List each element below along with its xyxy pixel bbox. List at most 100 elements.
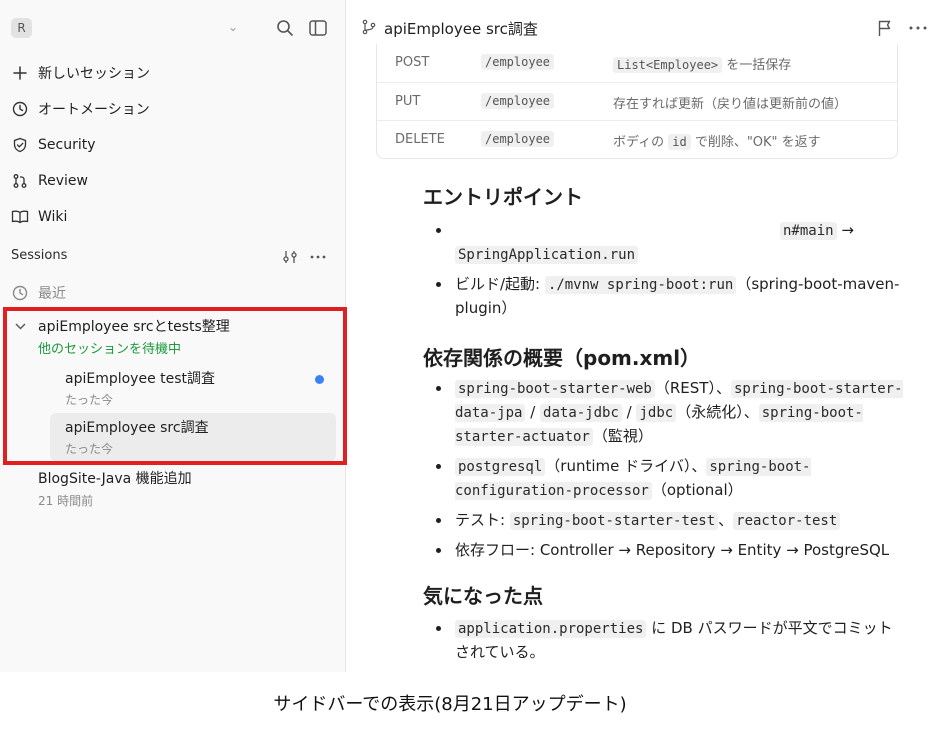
- clock-icon: [10, 99, 30, 119]
- http-method: DELETE: [395, 132, 445, 147]
- list-text: （optional）: [651, 481, 743, 499]
- session-time: たった今: [65, 442, 114, 456]
- inline-code: reactor-test: [733, 512, 841, 530]
- shield-icon: [10, 135, 30, 155]
- table-row: PUT /employee 存在すれば更新（戻り値は更新前の値）: [377, 82, 897, 120]
- endpoint-path: /employee: [481, 54, 555, 70]
- main-panel: apiEmployee src調査 POST /employee List<Em…: [347, 0, 946, 672]
- sidebar-toggle-icon[interactable]: [307, 17, 329, 39]
- page-title: apiEmployee src調査: [384, 20, 538, 38]
- branch-icon: [362, 19, 376, 39]
- list-item: spring-boot-starter-web （REST）、 spring-boo…: [423, 377, 903, 449]
- app-window: R ⌄ 新しいセッション オートメーション Security Review Wi…: [0, 0, 946, 672]
- clock-icon: [10, 283, 30, 303]
- recent-label: 最近: [38, 286, 66, 302]
- entry-list: n#main → SpringApplication.run ビルド/起動: .…: [423, 219, 903, 326]
- inline-code: List<Employee>: [613, 57, 723, 73]
- list-text: 依存フロー: Controller → Repository → Entity …: [455, 541, 890, 559]
- session-time: 21 時間前: [38, 494, 94, 508]
- section-heading: エントリポイント: [423, 185, 583, 209]
- list-text: /: [525, 403, 541, 421]
- http-method: POST: [395, 55, 430, 70]
- filter-icon[interactable]: [282, 247, 298, 267]
- book-icon: [10, 207, 30, 227]
- more-options-icon[interactable]: [907, 18, 929, 38]
- session-title: BlogSite-Java 機能追加: [38, 471, 192, 487]
- session-title: apiEmployee test調査: [65, 371, 216, 387]
- more-options-icon[interactable]: [310, 247, 326, 267]
- list-text: テスト:: [455, 511, 510, 529]
- description-text: を一括保存: [722, 58, 792, 73]
- inline-code: n#main: [780, 222, 837, 240]
- session-item-blogsite[interactable]: BlogSite-Java 機能追加 21 時間前: [38, 468, 192, 509]
- section-heading: 依存関係の概要（pom.xml）: [423, 346, 701, 370]
- new-session-label: 新しいセッション: [38, 66, 150, 82]
- session-item-test[interactable]: apiEmployee test調査 たった今: [50, 364, 336, 412]
- description-text: で削除、"OK" を返す: [690, 135, 821, 150]
- automation-nav-item[interactable]: オートメーション: [10, 96, 150, 122]
- search-icon[interactable]: [274, 17, 296, 39]
- review-label: Review: [38, 173, 88, 189]
- review-nav-item[interactable]: Review: [10, 168, 88, 194]
- list-item: postgresql （runtime ドライバ）、 spring-boot-con…: [423, 455, 903, 503]
- inline-code: SpringApplication.run: [455, 246, 639, 264]
- flag-icon[interactable]: [875, 18, 895, 38]
- list-item: ビルド/起動: ./mvnw spring-boot:run （spring-bo…: [423, 273, 903, 320]
- list-item: n#main → SpringApplication.run: [423, 219, 903, 267]
- session-group-title: apiEmployee srcとtests整理: [38, 319, 230, 335]
- inline-code: ./mvnw spring-boot:run: [544, 276, 737, 294]
- table-row: POST /employee List<Employee> を一括保存: [377, 44, 897, 82]
- endpoint-path: /employee: [481, 131, 555, 147]
- new-session-button[interactable]: 新しいセッション: [10, 60, 150, 86]
- inline-code: postgresql: [455, 458, 546, 476]
- dependency-list: spring-boot-starter-web （REST）、 spring-boo…: [423, 377, 903, 568]
- list-text: 、: [718, 511, 734, 529]
- sessions-heading: Sessions: [11, 248, 68, 263]
- inline-code: data-jdbc: [540, 404, 622, 422]
- list-item: テスト: spring-boot-starter-test、 reactor-te…: [423, 509, 903, 533]
- api-table: POST /employee List<Employee> を一括保存 PUT …: [376, 44, 898, 159]
- endpoint-description: 存在すれば更新（戻り値は更新前の値）: [613, 97, 848, 112]
- table-row: DELETE /employee ボディの id で削除、"OK" を返す: [377, 120, 897, 158]
- list-item: 依存フロー: Controller → Repository → Entity …: [423, 539, 903, 562]
- figure-caption: サイドバーでの表示(8月21日アップデート): [273, 694, 627, 715]
- workspace-badge[interactable]: R: [11, 18, 32, 38]
- list-item: application.properties に DB パスワードが平文でコミッ…: [423, 617, 903, 664]
- chevron-down-icon[interactable]: [12, 319, 28, 333]
- plus-icon: [10, 63, 30, 83]
- list-text: （監視）: [592, 427, 653, 445]
- chevron-down-icon[interactable]: ⌄: [228, 20, 238, 34]
- section-heading: 気になった点: [423, 584, 543, 608]
- endpoint-description: List<Employee> を一括保存: [613, 54, 791, 73]
- notes-list: application.properties に DB パスワードが平文でコミッ…: [423, 617, 903, 670]
- security-label: Security: [38, 137, 96, 153]
- http-method: PUT: [395, 94, 421, 109]
- list-text: （REST）、: [654, 379, 731, 397]
- session-group-header[interactable]: apiEmployee srcとtests整理: [12, 316, 230, 336]
- list-text: （runtime ドライバ）、: [545, 457, 707, 475]
- session-item-src[interactable]: apiEmployee src調査 たった今: [50, 413, 336, 461]
- inline-code: jdbc: [636, 404, 677, 422]
- session-title: apiEmployee src調査: [65, 420, 209, 436]
- list-text: /: [621, 403, 637, 421]
- recent-filter[interactable]: 最近: [10, 282, 66, 304]
- security-nav-item[interactable]: Security: [10, 132, 96, 158]
- list-text: ビルド/起動:: [455, 275, 545, 293]
- automation-label: オートメーション: [38, 102, 150, 118]
- sidebar: R ⌄ 新しいセッション オートメーション Security Review Wi…: [0, 0, 347, 672]
- inline-code: spring-boot-starter-test: [509, 512, 719, 530]
- inline-code: application.properties: [455, 620, 647, 638]
- wiki-label: Wiki: [38, 209, 68, 225]
- wiki-nav-item[interactable]: Wiki: [10, 204, 67, 230]
- session-time: たった今: [65, 393, 114, 407]
- pull-request-icon: [10, 171, 30, 191]
- inline-code: id: [668, 134, 691, 150]
- endpoint-description: ボディの id で削除、"OK" を返す: [613, 131, 821, 150]
- description-text: ボディの: [613, 135, 669, 150]
- session-group-status: 他のセッションを待機中: [38, 342, 182, 357]
- inline-code: spring-boot-starter-web: [455, 380, 655, 398]
- list-text: （永続化）、: [676, 403, 759, 421]
- endpoint-path: /employee: [481, 93, 555, 109]
- unread-dot-icon: [315, 375, 324, 384]
- list-text: →: [836, 221, 854, 239]
